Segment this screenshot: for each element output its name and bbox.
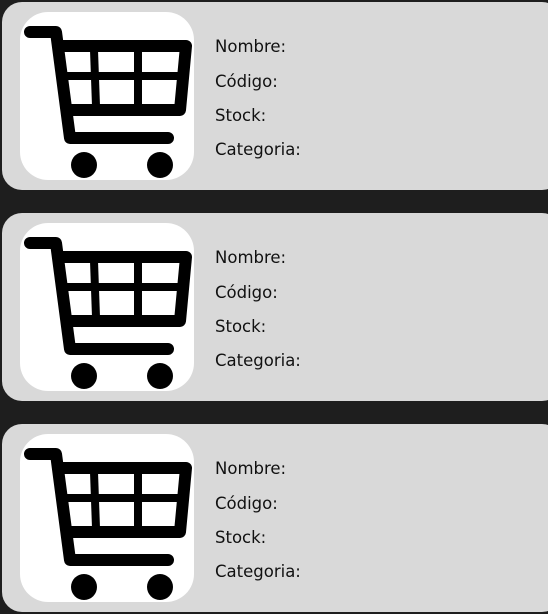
- code-label: Código:: [215, 494, 278, 513]
- shopping-cart-icon: [24, 448, 192, 600]
- stock-label: Stock:: [215, 317, 267, 336]
- name-label: Nombre:: [215, 459, 287, 478]
- category-label: Categoria:: [215, 351, 301, 370]
- category-label: Categoria:: [215, 562, 301, 581]
- name-label: Nombre:: [215, 37, 287, 56]
- product-thumbnail: [20, 223, 194, 391]
- name-label: Nombre:: [215, 248, 287, 267]
- category-label: Categoria:: [215, 140, 301, 159]
- product-thumbnail: [20, 12, 194, 180]
- product-card[interactable]: Nombre: Código: Stock: Categoria:: [2, 2, 548, 190]
- stock-label: Stock:: [215, 106, 267, 125]
- shopping-cart-icon: [24, 237, 192, 389]
- product-list: Nombre: Código: Stock: Categoria: Nombre…: [0, 0, 548, 614]
- stock-label: Stock:: [215, 528, 267, 547]
- product-thumbnail: [20, 434, 194, 602]
- shopping-cart-icon: [24, 26, 192, 178]
- code-label: Código:: [215, 283, 278, 302]
- code-label: Código:: [215, 72, 278, 91]
- product-card[interactable]: Nombre: Código: Stock: Categoria:: [2, 424, 548, 612]
- product-card[interactable]: Nombre: Código: Stock: Categoria:: [2, 213, 548, 401]
